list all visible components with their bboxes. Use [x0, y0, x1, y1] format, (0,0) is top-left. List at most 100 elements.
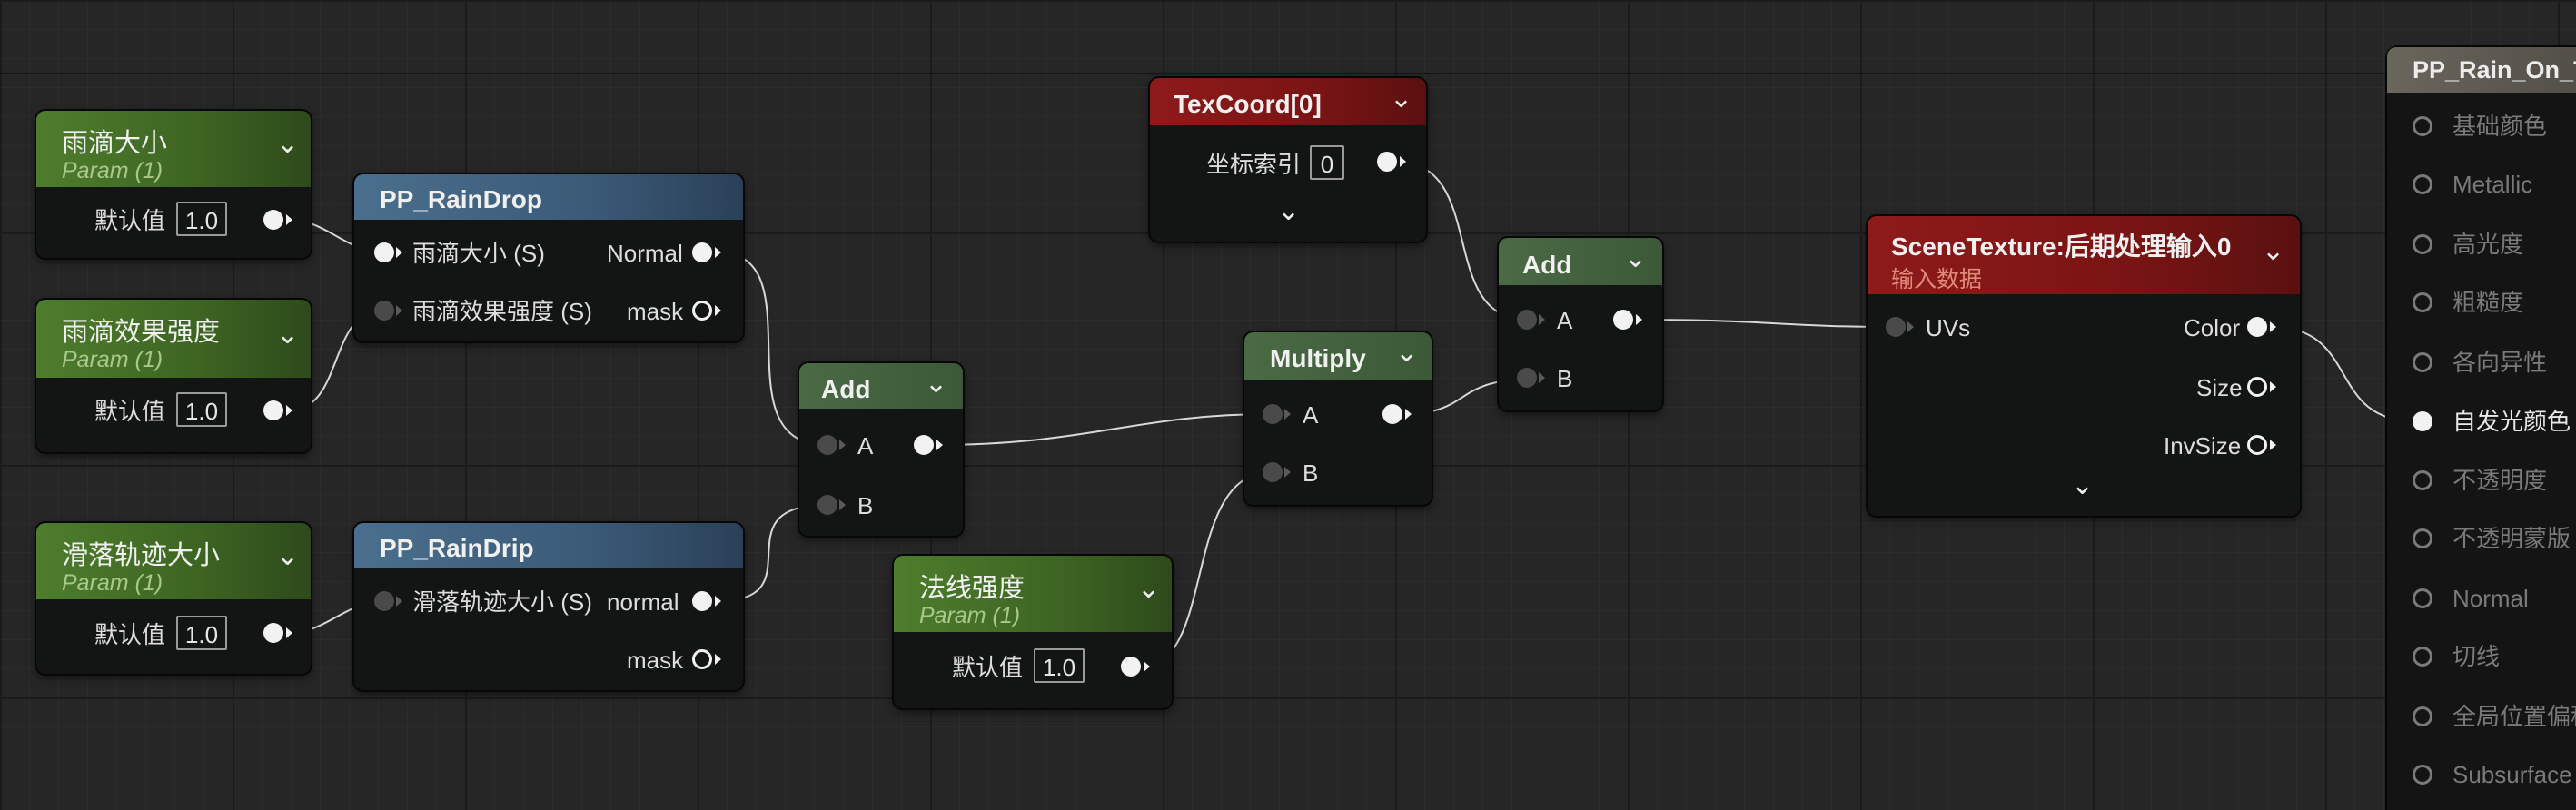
output-pin-mask[interactable]	[692, 649, 712, 669]
input-label-b: B	[1303, 459, 1319, 487]
output-pin-mask[interactable]	[692, 301, 712, 321]
input-label-world-position-offset: 全局位置偏移	[2452, 703, 2576, 730]
function-node-pp-raindrip[interactable]: PP_RainDrip 滑落轨迹大小 (S) normal mask	[354, 523, 743, 690]
input-pin-tangent[interactable]	[2413, 647, 2432, 667]
scenetexture-node[interactable]: SceneTexture:后期处理输入0 输入数据 ⌄ UVs Color Si…	[1868, 216, 2300, 516]
output-pin[interactable]	[263, 400, 283, 420]
input-pin-world-position-offset[interactable]	[2413, 706, 2432, 726]
node-subtitle: Param (1)	[62, 570, 163, 596]
output-pin-normal[interactable]	[692, 591, 712, 611]
output-pin-normal[interactable]	[692, 242, 712, 262]
input-label-a: A	[857, 432, 874, 459]
input-pin-roughness[interactable]	[2413, 292, 2432, 312]
input-label-base-color: 基础颜色	[2452, 113, 2548, 140]
default-value-field[interactable]: 1.0	[176, 616, 227, 650]
default-value-field[interactable]: 1.0	[176, 202, 227, 236]
chevron-down-icon[interactable]: ⌄	[925, 370, 947, 398]
output-label-invsize: InvSize	[2164, 432, 2242, 459]
param-node-trail-size[interactable]: 滑落轨迹大小 Param (1) ⌄ 默认值 1.0	[36, 523, 311, 674]
chevron-down-icon[interactable]: ⌄	[276, 131, 299, 158]
chevron-down-icon[interactable]: ⌄	[2071, 472, 2094, 499]
node-header[interactable]: 滑落轨迹大小 Param (1) ⌄	[36, 523, 311, 599]
chevron-down-icon[interactable]: ⌄	[276, 321, 299, 349]
chevron-down-icon[interactable]: ⌄	[1137, 576, 1160, 603]
output-pin[interactable]	[263, 210, 283, 230]
input-arrow-icon	[1539, 314, 1545, 325]
node-title: Multiply	[1270, 344, 1366, 372]
function-node-pp-raindrop[interactable]: PP_RainDrop 雨滴大小 (S) Normal 雨滴效果强度 (S) m…	[354, 174, 743, 341]
input-pin-specular[interactable]	[2413, 234, 2432, 254]
output-pin[interactable]	[1121, 657, 1141, 677]
input-pin-anisotropy[interactable]	[2413, 352, 2432, 372]
node-header[interactable]: SceneTexture:后期处理输入0 输入数据 ⌄	[1868, 216, 2300, 294]
input-pin-base-color[interactable]	[2413, 116, 2432, 136]
input-pin-raindrop-strength[interactable]	[374, 301, 394, 321]
chevron-down-icon[interactable]: ⌄	[1624, 245, 1647, 272]
texcoord-node[interactable]: TexCoord[0] ⌄ 坐标索引 0 ⌄	[1150, 78, 1426, 242]
node-header[interactable]: PP_Rain_On_T	[2387, 47, 2576, 93]
input-pin-opacity[interactable]	[2413, 470, 2432, 490]
output-arrow-icon	[715, 654, 721, 665]
input-pin-b[interactable]	[1517, 368, 1537, 388]
output-label-mask: mask	[627, 647, 684, 674]
node-header[interactable]: Add ⌄	[799, 363, 963, 409]
chevron-down-icon[interactable]: ⌄	[1390, 85, 1412, 113]
input-pin-trail-size[interactable]	[374, 591, 394, 611]
input-pin-opacity-mask[interactable]	[2413, 528, 2432, 548]
node-header[interactable]: Add ⌄	[1499, 238, 1662, 285]
output-label-size: Size	[2196, 374, 2243, 401]
node-header[interactable]: TexCoord[0] ⌄	[1150, 78, 1426, 125]
input-arrow-icon	[839, 440, 846, 450]
node-header[interactable]: Multiply ⌄	[1244, 332, 1432, 380]
param-node-normal-strength[interactable]: 法线强度 Param (1) ⌄ 默认值 1.0	[894, 556, 1172, 708]
input-pin-a[interactable]	[817, 435, 837, 455]
node-header[interactable]: 雨滴大小 Param (1) ⌄	[36, 111, 311, 187]
node-header[interactable]: 雨滴效果强度 Param (1) ⌄	[36, 300, 311, 378]
output-pin-color[interactable]	[2247, 317, 2267, 337]
output-pin[interactable]	[1613, 310, 1633, 330]
input-pin-metallic[interactable]	[2413, 174, 2432, 194]
chevron-down-icon[interactable]: ⌄	[1277, 198, 1300, 225]
output-pin-size[interactable]	[2247, 377, 2267, 397]
input-label-a: A	[1303, 401, 1319, 429]
input-pin-b[interactable]	[817, 495, 837, 515]
input-pin-normal[interactable]	[2413, 588, 2432, 608]
output-pin[interactable]	[914, 435, 934, 455]
output-label-normal: normal	[607, 588, 679, 616]
input-pin-emissive-color[interactable]	[2413, 411, 2432, 431]
default-value-field[interactable]: 1.0	[176, 392, 227, 427]
input-label-tangent: 切线	[2452, 643, 2501, 670]
input-arrow-icon	[396, 596, 402, 607]
input-pin-b[interactable]	[1263, 462, 1283, 482]
input-pin-a[interactable]	[1517, 310, 1537, 330]
param-node-raindrop-strength[interactable]: 雨滴效果强度 Param (1) ⌄ 默认值 1.0	[36, 300, 311, 452]
output-label-normal: Normal	[607, 240, 683, 267]
chevron-down-icon[interactable]: ⌄	[1395, 340, 1418, 367]
input-pin-raindrop-size[interactable]	[374, 242, 394, 262]
default-value-field[interactable]: 1.0	[1034, 648, 1085, 683]
input-pin-uvs[interactable]	[1886, 317, 1906, 337]
output-pin-invsize[interactable]	[2247, 435, 2267, 455]
math-node-add-2[interactable]: Add ⌄ A B	[1499, 238, 1662, 410]
output-arrow-icon	[286, 214, 292, 225]
input-pin-a[interactable]	[1263, 404, 1283, 424]
math-node-add-1[interactable]: Add ⌄ A B	[799, 363, 963, 536]
input-label-raindrop-strength: 雨滴效果强度 (S)	[412, 298, 592, 325]
node-title: Add	[1522, 251, 1572, 279]
coordinate-index-field[interactable]: 0	[1310, 145, 1344, 180]
chevron-down-icon[interactable]: ⌄	[2262, 238, 2284, 265]
math-node-multiply[interactable]: Multiply ⌄ A B	[1244, 332, 1432, 505]
node-header[interactable]: 法线强度 Param (1) ⌄	[894, 556, 1172, 632]
coordinate-index-label: 坐标索引	[1206, 151, 1302, 178]
output-pin[interactable]	[1382, 404, 1402, 424]
input-arrow-icon	[1907, 321, 1914, 332]
node-header[interactable]: PP_RainDrip	[354, 523, 743, 568]
node-header[interactable]: PP_RainDrop	[354, 174, 743, 220]
chevron-down-icon[interactable]: ⌄	[276, 543, 299, 570]
output-pin[interactable]	[1377, 152, 1397, 172]
input-label-metallic: Metallic	[2452, 171, 2533, 198]
output-pin[interactable]	[263, 623, 283, 643]
input-label-raindrop-size: 雨滴大小 (S)	[412, 240, 545, 267]
input-pin-subsurface[interactable]	[2413, 765, 2432, 785]
param-node-raindrop-size[interactable]: 雨滴大小 Param (1) ⌄ 默认值 1.0	[36, 111, 311, 258]
